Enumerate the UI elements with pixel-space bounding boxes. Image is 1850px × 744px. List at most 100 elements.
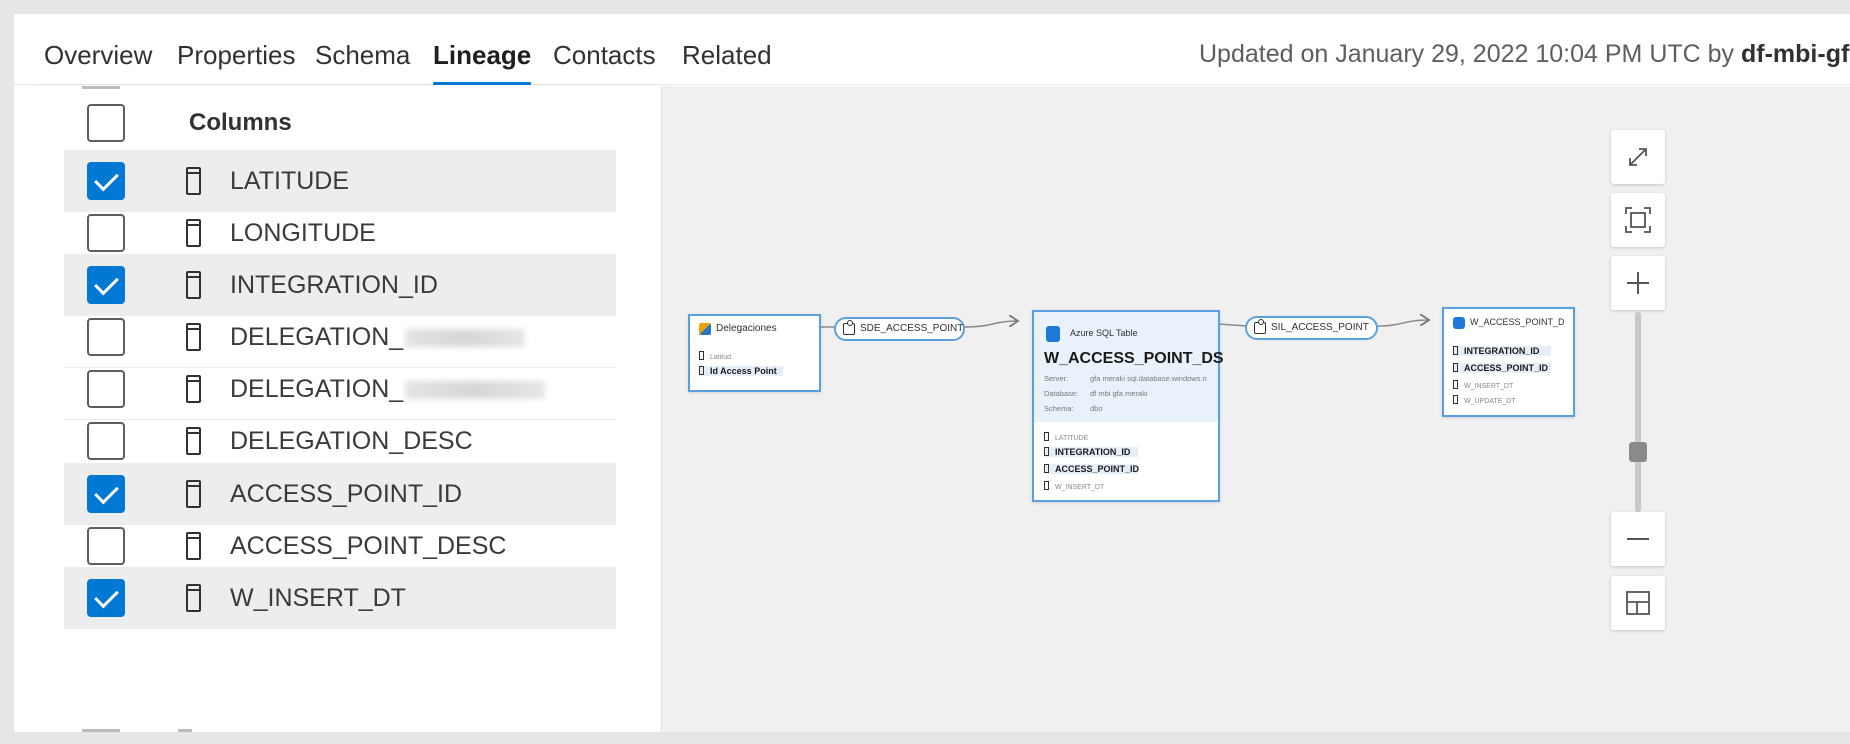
column-label-redacted: DELEGATION_ <box>230 323 526 352</box>
zoom-slider-track[interactable] <box>1635 312 1641 512</box>
lineage-node-current[interactable]: Azure SQL Table W_ACCESS_POINT_DS Server… <box>1032 310 1224 502</box>
column-label-redacted: DELEGATION_ <box>230 375 546 404</box>
node-column-label: INTEGRATION_ID <box>1464 346 1540 356</box>
node-column: Id Access Point <box>699 366 783 376</box>
column-icon <box>186 219 201 247</box>
redacted-text <box>405 381 546 400</box>
column-icon <box>1453 346 1458 355</box>
column-icon <box>1453 395 1458 404</box>
sql-table-icon <box>1453 317 1465 329</box>
column-icon <box>1044 481 1049 490</box>
column-icon <box>186 323 201 351</box>
node-header: Azure SQL Table W_ACCESS_POINT_DS Server… <box>1034 312 1224 422</box>
process-label: SIL_ACCESS_POINT <box>1271 322 1369 333</box>
column-icon <box>699 366 704 375</box>
sql-table-icon <box>1046 326 1060 342</box>
node-column-label: W_INSERT_DT <box>1464 383 1514 390</box>
zoom-out-icon <box>1627 538 1649 540</box>
column-icon <box>186 375 201 403</box>
node-column-label: Id Access Point <box>710 366 777 376</box>
column-checkbox[interactable] <box>87 318 125 356</box>
process-icon <box>1254 319 1266 334</box>
updated-info: Updated on January 29, 2022 10:04 PM UTC… <box>1199 40 1850 69</box>
minimap-icon <box>1626 591 1650 615</box>
edge <box>963 321 1018 328</box>
column-checkbox[interactable] <box>87 422 125 460</box>
column-checkbox[interactable] <box>87 370 125 408</box>
process-node-sde[interactable]: SDE_ACCESS_POINT <box>834 317 965 341</box>
column-checkbox[interactable] <box>87 162 125 200</box>
database-value: df mbi gfa meraki <box>1090 389 1148 398</box>
database-row: Database: df mbi gfa meraki <box>1044 389 1148 398</box>
column-checkbox[interactable] <box>87 475 125 513</box>
column-label: INTEGRATION_ID <box>230 271 438 299</box>
schema-row: Schema: dbo <box>1044 404 1103 413</box>
node-column-label: LATITUDE <box>1055 435 1089 442</box>
server-row: Server: gfa meraki sql.database.windows.n <box>1044 374 1207 383</box>
tab-contacts[interactable]: Contacts <box>553 40 656 71</box>
column-icon <box>186 480 201 508</box>
tab-properties[interactable]: Properties <box>177 40 296 71</box>
column-checkbox[interactable] <box>87 527 125 565</box>
column-icon <box>186 584 201 612</box>
node-column-label: ACCESS_POINT_ID <box>1464 363 1549 373</box>
column-icon <box>186 532 201 560</box>
node-column: Latitud <box>699 351 731 361</box>
column-icon <box>1044 432 1049 441</box>
column-checkbox[interactable] <box>87 579 125 617</box>
database-label: Database: <box>1044 389 1079 398</box>
lineage-node-target[interactable]: W_ACCESS_POINT_D INTEGRATION_ID ACCESS_P… <box>1442 307 1575 417</box>
server-value: gfa meraki sql.database.windows.n <box>1090 374 1207 383</box>
node-column: W_UPDATE_DT <box>1453 395 1516 405</box>
columns-header-row: Columns <box>64 92 616 154</box>
node-title: W_ACCESS_POINT_DS <box>1044 350 1224 367</box>
schema-label: Schema: <box>1044 404 1074 413</box>
lineage-node-source[interactable]: Delegaciones Latitud Id Access Point <box>688 314 821 392</box>
lineage-edges <box>806 86 1850 328</box>
node-title: Delegaciones <box>716 323 777 334</box>
columns-header: Columns <box>189 109 292 136</box>
node-column: W_INSERT_DT <box>1453 380 1513 390</box>
tab-related[interactable]: Related <box>682 40 772 71</box>
column-checkbox[interactable] <box>87 214 125 252</box>
node-column: ACCESS_POINT_ID <box>1044 464 1139 474</box>
zoom-out-button[interactable] <box>1611 512 1665 566</box>
next-row-edge <box>82 729 120 732</box>
updated-user[interactable]: df-mbi-gfa-m <box>1741 40 1850 68</box>
tab-overview[interactable]: Overview <box>44 40 152 71</box>
column-checkbox[interactable] <box>87 266 125 304</box>
node-column: INTEGRATION_ID <box>1453 346 1551 356</box>
node-column: INTEGRATION_ID <box>1044 447 1138 457</box>
process-node-sil[interactable]: SIL_ACCESS_POINT <box>1245 316 1378 340</box>
zoom-in-button[interactable] <box>1611 256 1665 310</box>
column-label: ACCESS_POINT_DESC <box>230 532 507 560</box>
select-all-checkbox[interactable] <box>87 104 125 142</box>
column-icon <box>1453 363 1458 372</box>
next-row-edge <box>178 729 192 732</box>
node-column-label: W_UPDATE_DT <box>1464 398 1516 405</box>
column-label: W_INSERT_DT <box>230 584 406 612</box>
node-column: ACCESS_POINT_ID <box>1453 363 1551 373</box>
updated-text: Updated on January 29, 2022 10:04 PM UTC… <box>1199 40 1735 68</box>
zoom-in-icon <box>1627 272 1649 294</box>
column-label: LATITUDE <box>230 167 349 195</box>
edge <box>1377 320 1429 327</box>
column-icon <box>1044 464 1049 473</box>
tab-schema[interactable]: Schema <box>315 40 410 71</box>
column-icon <box>186 271 201 299</box>
expand-button[interactable] <box>1611 130 1665 184</box>
node-title: W_ACCESS_POINT_D <box>1470 317 1565 327</box>
fit-to-screen-button[interactable] <box>1611 193 1665 247</box>
fit-to-screen-icon <box>1625 207 1651 233</box>
column-label: DELEGATION_ <box>230 323 404 351</box>
node-type: Azure SQL Table <box>1070 328 1138 338</box>
column-row[interactable]: W_INSERT_DT <box>64 567 616 629</box>
minimap-button[interactable] <box>1611 576 1665 630</box>
lineage-canvas[interactable]: Delegaciones Latitud Id Access Point SDE… <box>663 86 1850 732</box>
node-column-label: W_INSERT_DT <box>1055 484 1105 491</box>
tab-bar: Overview Properties Schema Lineage Conta… <box>14 14 1850 85</box>
expand-icon <box>1629 148 1647 166</box>
zoom-slider-thumb[interactable] <box>1629 442 1647 462</box>
tab-lineage[interactable]: Lineage <box>433 40 532 85</box>
column-icon <box>699 351 704 360</box>
